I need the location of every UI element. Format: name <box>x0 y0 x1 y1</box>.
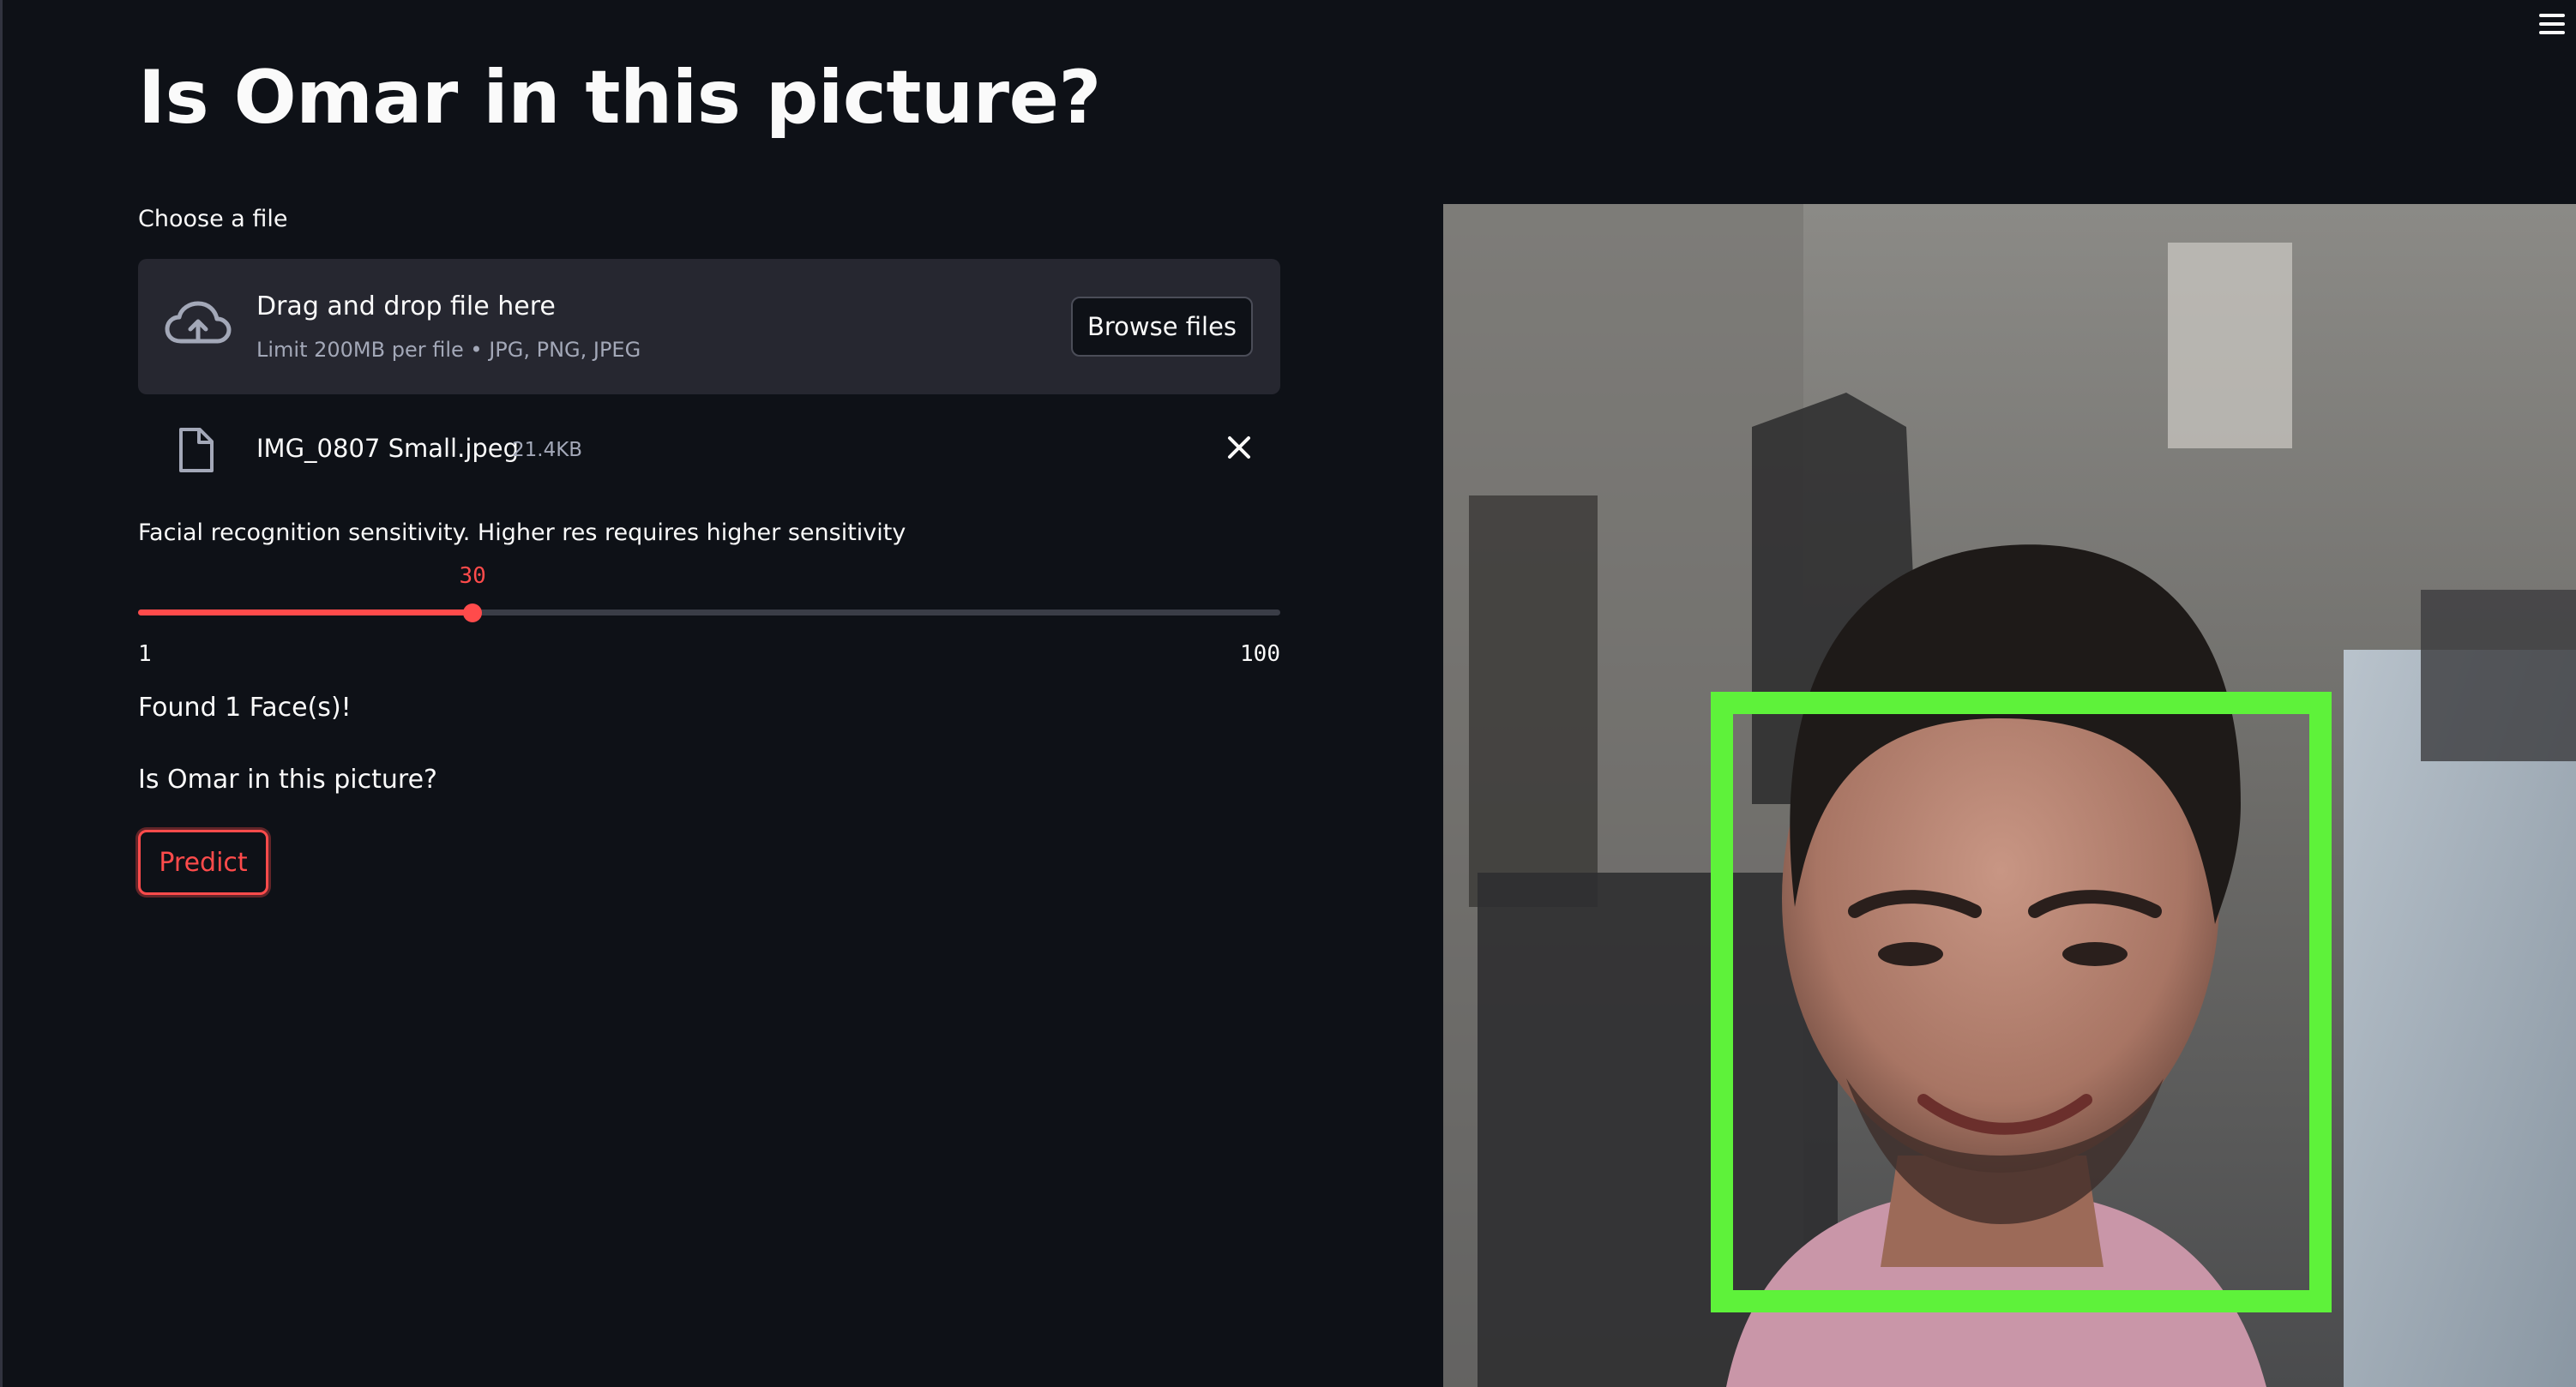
predict-button[interactable]: Predict <box>138 830 268 895</box>
headboard <box>2421 590 2576 761</box>
photo-with-face-detection <box>1443 204 2576 1387</box>
main-content: Is Omar in this picture? Choose a file D… <box>138 0 2576 1387</box>
slider-current-value: 30 <box>459 563 486 589</box>
menu-line <box>2539 14 2565 17</box>
uploader-label: Choose a file <box>138 206 288 232</box>
slider-max-value: 100 <box>1240 641 1280 667</box>
question-text: Is Omar in this picture? <box>138 765 437 795</box>
slider-fill <box>138 609 473 615</box>
controls-column: Choose a file Drag and drop file here Li… <box>138 206 1280 895</box>
wall-frame <box>2168 243 2292 448</box>
sensitivity-slider[interactable]: 30 1 100 <box>138 561 1280 667</box>
close-icon[interactable] <box>1224 432 1255 463</box>
faces-found-text: Found 1 Face(s)! <box>138 693 352 723</box>
side-shelf <box>1469 495 1598 907</box>
hamburger-menu-icon[interactable] <box>2535 7 2569 41</box>
file-dropzone[interactable]: Drag and drop file here Limit 200MB per … <box>138 259 1280 394</box>
cloud-upload-icon <box>165 301 232 344</box>
right-eye <box>2062 942 2128 966</box>
slider-thumb[interactable] <box>463 603 483 622</box>
slider-min-value: 1 <box>138 641 152 667</box>
uploaded-file-size: 21.4KB <box>512 439 583 461</box>
slider-track[interactable] <box>138 609 1280 615</box>
uploaded-file-row: IMG_0807 Small.jpeg 21.4KB <box>138 420 1280 480</box>
uploaded-photo <box>1443 204 2576 1387</box>
sensitivity-slider-label: Facial recognition sensitivity. Higher r… <box>138 519 906 546</box>
dropzone-instruction: Drag and drop file here <box>256 291 556 321</box>
page-title: Is Omar in this picture? <box>138 55 1101 141</box>
app-window: Is Omar in this picture? Choose a file D… <box>0 0 2576 1387</box>
left-eye <box>1878 942 1943 966</box>
file-icon <box>179 428 214 472</box>
uploaded-file-name: IMG_0807 Small.jpeg <box>256 434 520 463</box>
browse-files-button[interactable]: Browse files <box>1071 297 1253 357</box>
menu-line <box>2539 22 2565 26</box>
dropzone-limit-text: Limit 200MB per file • JPG, PNG, JPEG <box>256 338 641 362</box>
menu-line <box>2539 31 2565 34</box>
